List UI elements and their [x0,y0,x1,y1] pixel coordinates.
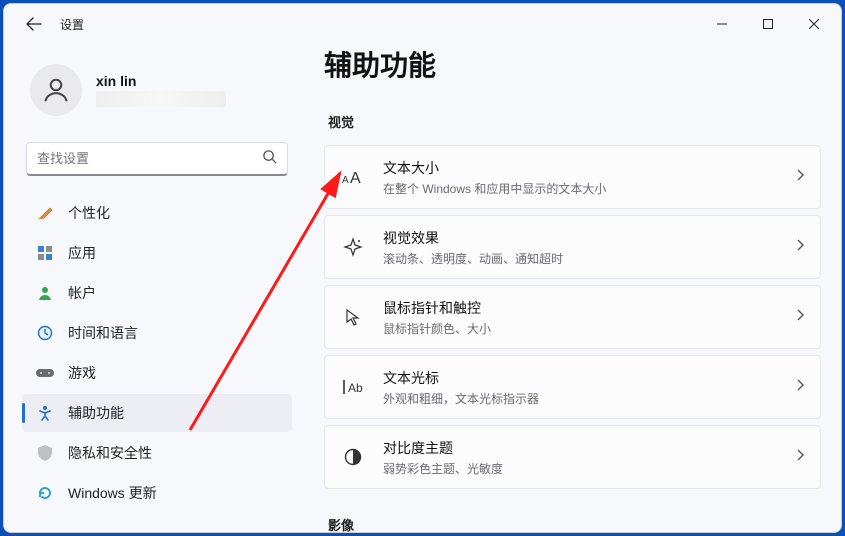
close-button[interactable] [791,8,837,40]
nav-label: 个性化 [68,203,110,223]
card-text-cursor[interactable]: Ab 文本光标 外观和粗细，文本光标指示器 [324,355,821,419]
gamepad-icon [36,364,54,382]
card-mouse-touch[interactable]: 鼠标指针和触控 鼠标指针颜色、大小 [324,285,821,349]
update-icon [36,484,54,502]
section-video-label: 影像 [328,515,821,532]
chevron-right-icon [796,308,804,326]
nav-item-gaming[interactable]: 游戏 [22,354,292,392]
apps-icon [36,244,54,262]
avatar [30,64,82,116]
shield-icon [36,444,54,462]
app-title: 设置 [60,16,84,33]
contrast-icon [341,448,365,466]
chevron-right-icon [796,448,804,466]
titlebar: 设置 [4,4,841,44]
nav-label: 时间和语言 [68,323,138,343]
nav-label: 辅助功能 [68,403,124,423]
nav-item-accounts[interactable]: 帐户 [22,274,292,312]
search-box[interactable] [26,142,288,176]
visual-cards: AA 文本大小 在整个 Windows 和应用中显示的文本大小 视觉效果 滚动条… [324,145,821,489]
close-icon [809,19,819,29]
main-panel: 辅助功能 视觉 AA 文本大小 在整个 Windows 和应用中显示的文本大小 [304,44,841,532]
chevron-right-icon [796,238,804,256]
card-title: 文本光标 [383,368,778,388]
minimize-icon [717,19,727,29]
nav-item-accessibility[interactable]: 辅助功能 [22,394,292,432]
nav-item-windows-update[interactable]: Windows 更新 [22,474,292,512]
text-cursor-icon: Ab [341,378,365,396]
svg-text:Ab: Ab [348,381,363,395]
nav-item-apps[interactable]: 应用 [22,234,292,272]
text-size-icon: AA [341,168,365,186]
maximize-icon [763,19,773,29]
svg-text:A: A [342,175,349,186]
nav-label: 应用 [68,243,96,263]
chevron-right-icon [796,378,804,396]
account-icon [36,284,54,302]
card-title: 视觉效果 [383,228,778,248]
card-title: 文本大小 [383,158,778,178]
nav-label: 隐私和安全性 [68,443,152,463]
settings-window: 设置 xin [3,3,842,533]
card-title: 对比度主题 [383,438,778,458]
card-subtitle: 弱势彩色主题、光敏度 [383,460,778,477]
window-controls [699,8,837,40]
cursor-icon [341,307,365,327]
card-subtitle: 滚动条、透明度、动画、通知超时 [383,250,778,267]
nav-list: 个性化 应用 帐户 时 [22,194,292,512]
card-title: 鼠标指针和触控 [383,298,778,318]
minimize-button[interactable] [699,8,745,40]
account-email-redacted [96,91,226,107]
card-text-size[interactable]: AA 文本大小 在整个 Windows 和应用中显示的文本大小 [324,145,821,209]
sparkle-icon [341,237,365,257]
accessibility-icon [36,404,54,422]
maximize-button[interactable] [745,8,791,40]
back-button[interactable] [16,6,52,42]
search-input[interactable] [37,151,262,166]
nav-label: 游戏 [68,363,96,383]
chevron-right-icon [796,168,804,186]
card-subtitle: 在整个 Windows 和应用中显示的文本大小 [383,180,778,197]
clock-globe-icon [36,324,54,342]
nav-label: Windows 更新 [68,483,157,503]
card-visual-effects[interactable]: 视觉效果 滚动条、透明度、动画、通知超时 [324,215,821,279]
page-title: 辅助功能 [324,44,821,102]
svg-text:A: A [350,170,361,186]
nav-item-personalization[interactable]: 个性化 [22,194,292,232]
back-arrow-icon [26,16,42,32]
section-visual-label: 视觉 [328,112,821,131]
person-icon [41,75,71,105]
nav-item-time-language[interactable]: 时间和语言 [22,314,292,352]
card-contrast-themes[interactable]: 对比度主题 弱势彩色主题、光敏度 [324,425,821,489]
nav-item-privacy[interactable]: 隐私和安全性 [22,434,292,472]
card-subtitle: 鼠标指针颜色、大小 [383,320,778,337]
nav-label: 帐户 [68,283,96,303]
card-subtitle: 外观和粗细，文本光标指示器 [383,390,778,407]
sidebar: xin lin 个性化 [4,44,304,532]
search-icon [262,149,277,169]
account-block[interactable]: xin lin [22,44,292,130]
paintbrush-icon [36,204,54,222]
account-name: xin lin [96,73,226,89]
